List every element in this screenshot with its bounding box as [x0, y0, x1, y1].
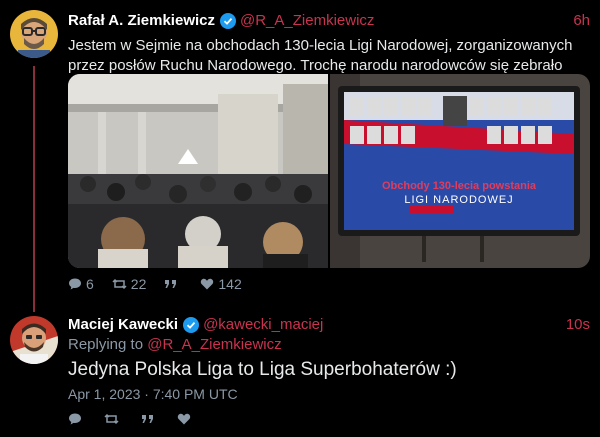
tweet1-media[interactable]: Obchody 130-lecia powstania LIGI NARODOW… — [68, 74, 590, 268]
author-handle[interactable]: @R_A_Ziemkiewicz — [240, 12, 374, 29]
verified-icon — [220, 12, 236, 29]
comment-icon — [69, 278, 81, 290]
author-name[interactable]: Maciej Kawecki — [68, 316, 178, 333]
quote-icon — [165, 280, 177, 288]
retweet-stat[interactable]: 22 — [112, 276, 147, 292]
heart-icon — [177, 413, 191, 425]
photo-hall[interactable] — [68, 74, 328, 268]
quote-stat[interactable] — [141, 412, 159, 426]
replying-to: Replying to @R_A_Ziemkiewicz — [68, 336, 282, 353]
reply-count: 6 — [86, 276, 94, 292]
author-name[interactable]: Rafał A. Ziemkiewicz — [68, 12, 215, 29]
avatar-maciej[interactable] — [10, 316, 58, 364]
retweet-stat[interactable] — [104, 412, 123, 426]
tweet-time[interactable]: 6h — [573, 12, 590, 29]
tweet-time[interactable]: 10s — [566, 316, 590, 333]
retweet-icon — [104, 413, 119, 425]
tweet1-text: Jestem w Sejmie na obchodach 130-lecia L… — [68, 36, 593, 76]
tweet1-stats: 6 22 142 — [68, 276, 260, 292]
reply-stat[interactable] — [68, 412, 86, 426]
tweet-date[interactable]: Apr 1, 2023 · 7:40 PM UTC — [68, 386, 238, 402]
tweet1-header: Rafał A. Ziemkiewicz @R_A_Ziemkiewicz — [68, 12, 374, 29]
reply-stat[interactable]: 6 — [68, 276, 94, 292]
like-count: 142 — [218, 276, 242, 292]
like-stat[interactable]: 142 — [200, 276, 242, 292]
tweet-text-line: Jestem w Sejmie na obchodach 130-lecia L… — [68, 37, 573, 54]
heart-icon — [201, 278, 214, 290]
retweet-count: 22 — [130, 276, 147, 292]
tweet2-header: Maciej Kawecki @kawecki_maciej — [68, 316, 323, 333]
quote-stat[interactable] — [164, 277, 182, 291]
quote-icon — [142, 415, 153, 423]
retweet-icon — [112, 278, 127, 290]
avatar-rafal[interactable] — [10, 10, 58, 58]
author-handle[interactable]: @kawecki_maciej — [203, 316, 323, 333]
screen-title: Obchody 130-lecia powstania — [381, 180, 537, 192]
tweet2-text: Jedyna Polska Liga to Liga Superbohateró… — [68, 359, 457, 380]
screen-subtitle: LIGI NARODOWEJ — [404, 194, 514, 206]
photo-screen[interactable]: Obchody 130-lecia powstania LIGI NARODOW… — [330, 74, 590, 268]
comment-icon — [69, 413, 81, 425]
thread-connector-line — [33, 66, 35, 312]
tweet-text-line: przez posłów Ruchu Narodowego. Trochę na… — [68, 57, 563, 74]
replying-label: Replying to — [68, 336, 144, 353]
replying-handle-link[interactable]: @R_A_Ziemkiewicz — [147, 336, 281, 353]
tweet2-stats — [68, 412, 213, 426]
like-stat[interactable] — [177, 412, 195, 426]
verified-icon — [183, 316, 200, 333]
